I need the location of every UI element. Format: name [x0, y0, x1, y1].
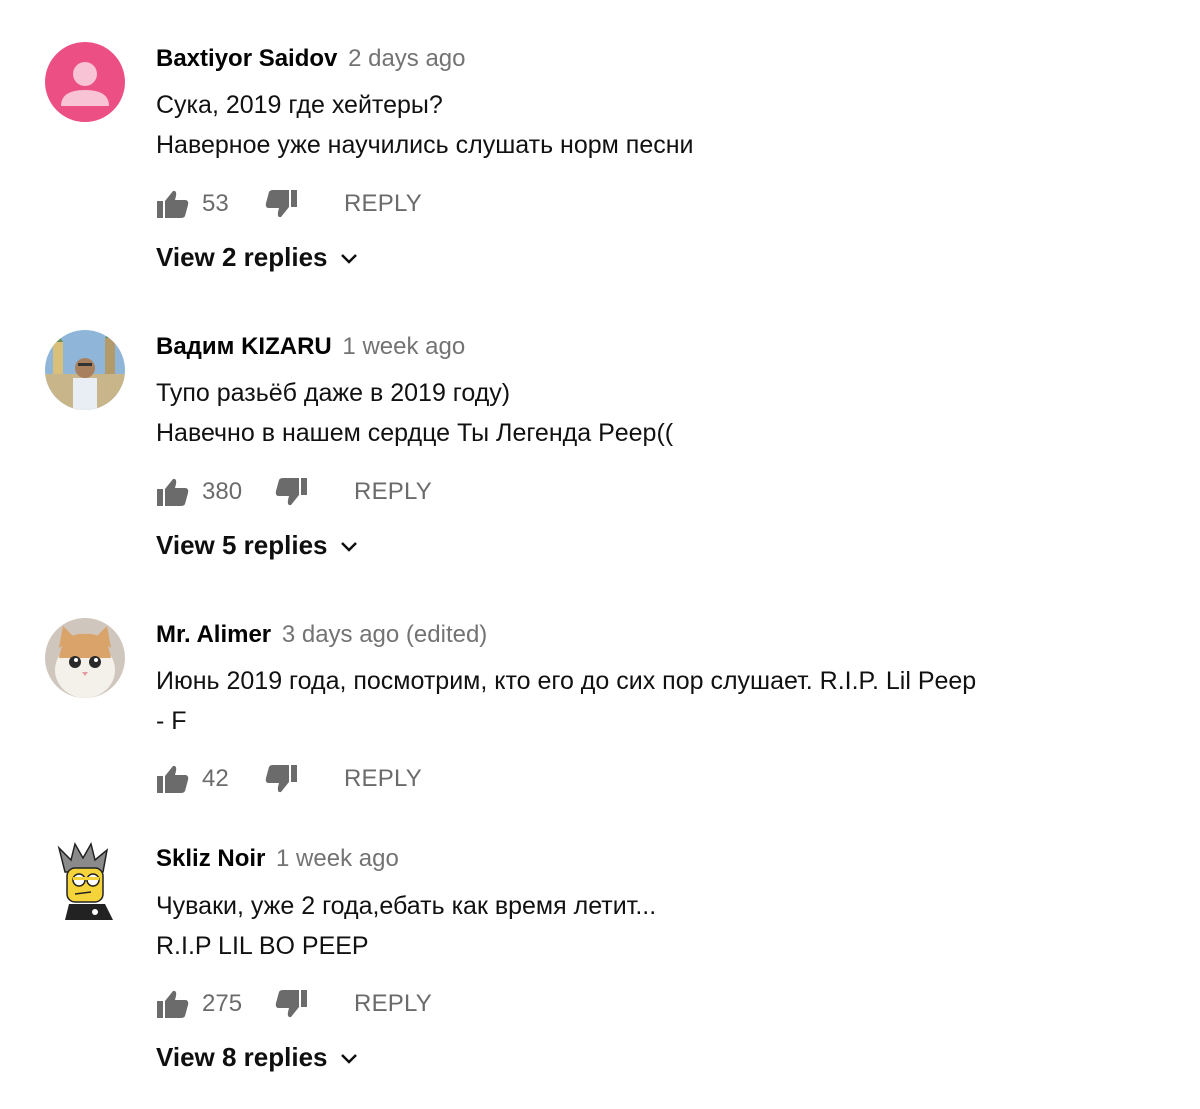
- thumbs-down-icon[interactable]: [274, 988, 308, 1020]
- view-replies-button[interactable]: View 5 replies: [156, 530, 360, 561]
- reply-button[interactable]: REPLY: [354, 478, 432, 506]
- author-name[interactable]: Baxtiyor Saidov: [156, 45, 337, 72]
- photo-avatar: [45, 330, 125, 410]
- like-count: 53: [202, 190, 229, 217]
- thumbs-down-icon[interactable]: [264, 188, 298, 220]
- comment-text: Сука, 2019 где хейтеры? Наверное уже нау…: [156, 85, 1096, 165]
- comment-text-line: Наверное уже научились слушать норм песн…: [156, 131, 694, 159]
- view-replies-label: View 8 replies: [156, 1042, 328, 1072]
- thumbs-up-icon[interactable]: [156, 763, 190, 795]
- cartoon-avatar: [45, 842, 125, 922]
- timestamp[interactable]: 3 days ago (edited): [282, 621, 487, 648]
- cat-photo-avatar: [45, 618, 125, 698]
- timestamp[interactable]: 1 week ago: [276, 845, 399, 872]
- reply-button[interactable]: REPLY: [344, 765, 422, 793]
- comment-header: Skliz Noir 1 week ago: [156, 844, 399, 874]
- comment-text: Июнь 2019 года, посмотрим, кто его до си…: [156, 661, 1096, 741]
- author-name[interactable]: Вадим KIZARU: [156, 333, 332, 360]
- reply-button[interactable]: REPLY: [354, 990, 432, 1018]
- thumbs-down-icon[interactable]: [274, 476, 308, 508]
- like-count: 275: [202, 990, 243, 1017]
- comment-actions: 53 REPLY: [156, 184, 422, 224]
- chevron-down-icon: [338, 247, 360, 269]
- comment-text-line: Тупо разьёб даже в 2019 году): [156, 379, 511, 407]
- comment-header: Baxtiyor Saidov 2 days ago: [156, 44, 466, 74]
- thumbs-up-icon[interactable]: [156, 476, 190, 508]
- comment-text-line: Чуваки, уже 2 года,ебать как время летит…: [156, 892, 657, 920]
- avatar[interactable]: [45, 330, 125, 410]
- comment-header: Вадим KIZARU 1 week ago: [156, 332, 465, 362]
- view-replies-button[interactable]: View 2 replies: [156, 242, 360, 273]
- chevron-down-icon: [338, 535, 360, 557]
- comment-text: Тупо разьёб даже в 2019 году) Навечно в …: [156, 373, 1096, 453]
- comment-actions: 275 REPLY: [156, 984, 432, 1024]
- comment-text-line: Навечно в нашем сердце Ты Легенда Peep((: [156, 419, 674, 447]
- thumbs-up-icon[interactable]: [156, 988, 190, 1020]
- comment-text-line: R.I.P LIL BO PEEP: [156, 932, 369, 960]
- timestamp[interactable]: 2 days ago: [348, 45, 465, 72]
- comment-text-line: Сука, 2019 где хейтеры?: [156, 91, 443, 119]
- comment-header: Mr. Alimer 3 days ago (edited): [156, 620, 487, 650]
- timestamp[interactable]: 1 week ago: [342, 333, 465, 360]
- thumbs-up-icon[interactable]: [156, 188, 190, 220]
- comment-text: Чуваки, уже 2 года,ебать как время летит…: [156, 886, 1096, 966]
- view-replies-label: View 5 replies: [156, 530, 328, 560]
- comment-text-line: Июнь 2019 года, посмотрим, кто его до си…: [156, 667, 977, 695]
- view-replies-button[interactable]: View 8 replies: [156, 1042, 360, 1073]
- like-count: 380: [202, 478, 243, 505]
- avatar[interactable]: [45, 42, 125, 122]
- default-person-icon: [45, 42, 125, 122]
- comment-text-line: - F: [156, 707, 187, 735]
- avatar[interactable]: [45, 842, 125, 922]
- reply-button[interactable]: REPLY: [344, 190, 422, 218]
- thumbs-down-icon[interactable]: [264, 763, 298, 795]
- author-name[interactable]: Skliz Noir: [156, 845, 265, 872]
- comment-actions: 380 REPLY: [156, 472, 432, 512]
- view-replies-label: View 2 replies: [156, 242, 328, 272]
- comment-actions: 42 REPLY: [156, 759, 422, 799]
- author-name[interactable]: Mr. Alimer: [156, 621, 271, 648]
- like-count: 42: [202, 765, 229, 792]
- chevron-down-icon: [338, 1047, 360, 1069]
- avatar[interactable]: [45, 618, 125, 698]
